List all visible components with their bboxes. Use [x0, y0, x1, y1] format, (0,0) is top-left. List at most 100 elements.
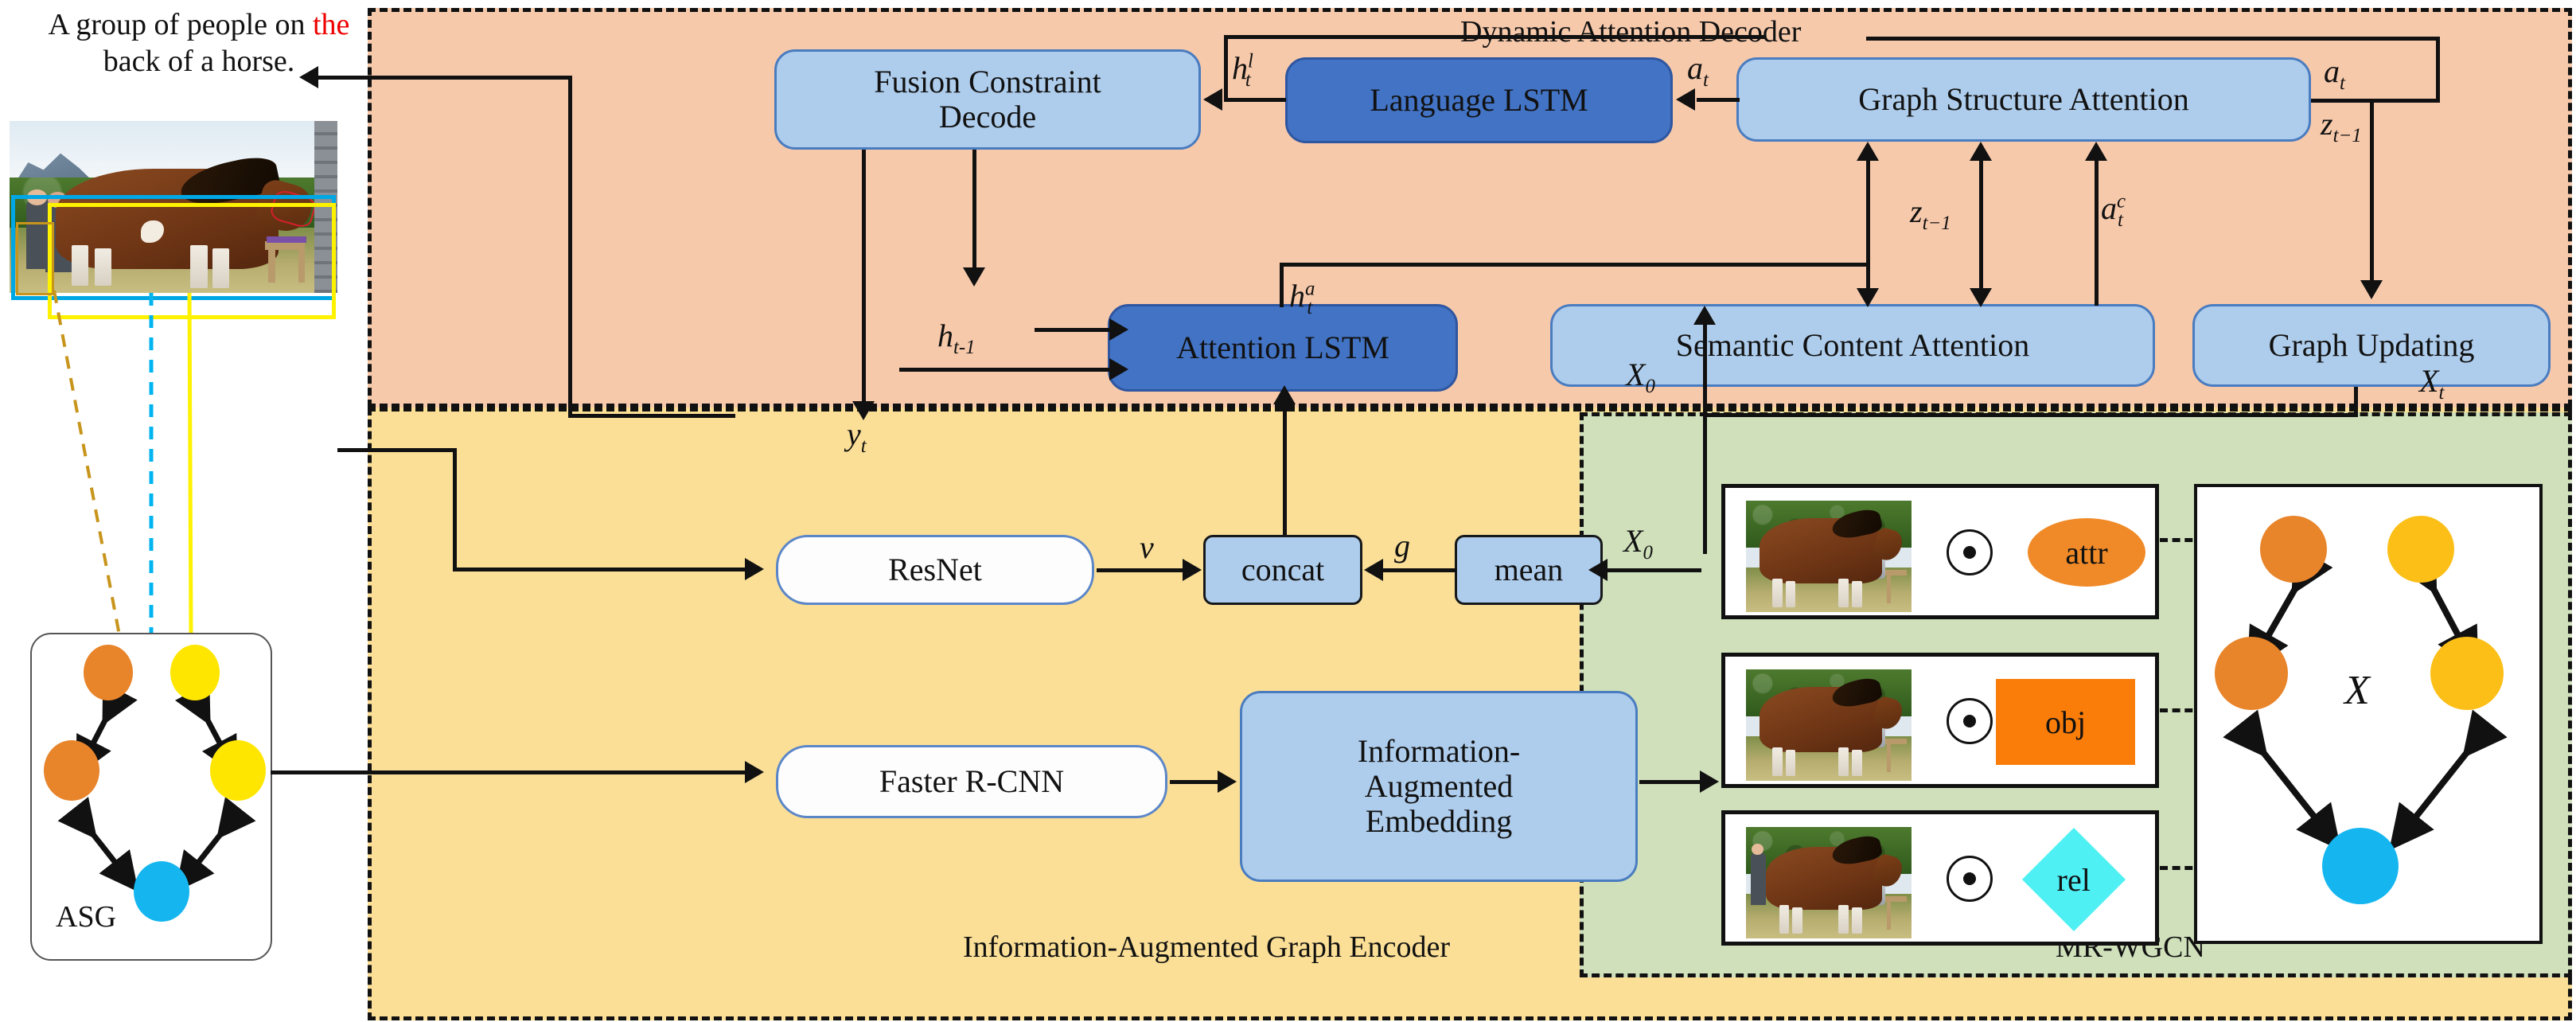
yt-feedback-line: [568, 414, 735, 418]
gsa-sca-double-vline: [1979, 148, 1983, 299]
yt-to-attlstm-line: [899, 368, 1116, 372]
embedding-to-mrwgcn-arrow: [1700, 770, 1719, 793]
xt-feedback-hline: [1703, 413, 2358, 417]
photo-to-resnet-arrow: [745, 558, 764, 580]
dot-product-icon-rel: [1947, 856, 1993, 902]
asg-node-attr-left: [44, 740, 99, 801]
label-h-t-a: hat: [1289, 278, 1315, 318]
gsa-sca-arrow-down: [1970, 288, 1992, 307]
label-X-0-encoder: X0: [1623, 523, 1653, 564]
graph-updating-box[interactable]: Graph Updating: [2192, 304, 2551, 387]
caption-highlight-word: the: [313, 8, 350, 41]
concat-to-attlstm-arrow: [1273, 385, 1296, 404]
asg-to-fasterrcnn-arrow: [745, 761, 764, 783]
x-graph-node-object-top: [2387, 516, 2454, 583]
x0-to-mean-line: [1606, 568, 1701, 572]
asg-node-attr-top: [84, 645, 133, 700]
label-g: g: [1394, 528, 1410, 564]
yt-to-attlstm-arrow: [1109, 358, 1128, 380]
fusion-to-ht1-arrow: [963, 267, 985, 287]
thumb-attr: [1746, 501, 1912, 612]
label-h-t-minus-1: ht-1: [937, 318, 976, 358]
fusion-to-yt-vline: [862, 150, 866, 404]
rel-tag-label: rel: [2056, 861, 2091, 898]
thumb-obj: [1746, 669, 1912, 781]
x0-up-vline: [1703, 314, 1707, 554]
asg-node-object-right: [210, 740, 266, 801]
asg-to-fasterrcnn-line: [271, 770, 748, 774]
fusion-constraint-decode-box[interactable]: Fusion Constraint Decode: [774, 49, 1201, 150]
hta-hline: [1280, 263, 1869, 267]
gsa-sca-arrow-up: [1970, 142, 1992, 161]
resnet-to-concat-line: [1097, 568, 1184, 572]
dot-product-icon-obj: [1947, 698, 1993, 744]
attention-lstm-box[interactable]: Attention LSTM: [1108, 304, 1458, 392]
gsa-hta-arrow-down: [1857, 288, 1879, 307]
decoder-frame-label: Dynamic Attention Decoder: [1460, 15, 1802, 49]
x-graph-node-attr-left: [2215, 637, 2288, 710]
photo-to-resnet-seg1: [337, 448, 457, 452]
gsa-to-langlstm-line: [1697, 98, 1740, 102]
resnet-box[interactable]: ResNet: [776, 535, 1094, 605]
rel-tag-shape: rel: [2021, 827, 2126, 932]
htl-hline: [1224, 35, 1765, 39]
fasterrcnn-to-embedding-line: [1170, 780, 1219, 784]
to-graphupdating-vline: [2370, 99, 2374, 283]
gsa-right-up-vline: [2436, 37, 2440, 100]
x0-to-mean-arrow: [1588, 559, 1608, 581]
x-graph-node-attr-top: [2260, 516, 2327, 583]
fasterrcnn-to-embedding-arrow: [1218, 770, 1237, 793]
attr-tag: attr: [2028, 518, 2145, 587]
caption-line2-text: back of a horse.: [103, 45, 295, 79]
asg-node-relation: [134, 861, 189, 922]
langlstm-to-fusion-line: [1224, 98, 1286, 102]
langlstm-to-fusion-arrow: [1203, 88, 1222, 111]
mean-box[interactable]: mean: [1455, 535, 1603, 605]
resnet-to-concat-arrow: [1183, 559, 1202, 581]
x-graph-node-object-right: [2430, 637, 2504, 710]
caption-output-hline: [318, 76, 571, 80]
label-z-t-minus-1-right: zt−1: [2321, 106, 2362, 146]
encoder-frame-label: Information-Augmented Graph Encoder: [963, 930, 1451, 964]
sca-to-gsa-vline: [2095, 151, 2099, 306]
graph-structure-attention-box[interactable]: Graph Structure Attention: [1736, 57, 2311, 142]
concat-to-attlstm-vline: [1283, 392, 1287, 539]
mean-to-concat-arrow: [1364, 559, 1383, 581]
x0-up-arrow: [1693, 306, 1716, 325]
label-a-t-right: at: [2324, 53, 2345, 94]
ht1-to-attlstm-line: [1035, 328, 1114, 332]
photo-to-resnet-seg3: [453, 568, 747, 571]
ht1-to-attlstm-arrow: [1109, 318, 1128, 341]
to-graphupdating-arrow: [2360, 280, 2383, 299]
label-X-t: Xt: [2419, 363, 2445, 404]
gsa-hta-double-vline: [1866, 148, 1870, 299]
x-graph-node-relation: [2322, 828, 2399, 904]
concat-box[interactable]: concat: [1203, 535, 1362, 605]
information-augmented-embedding-box[interactable]: Information- Augmented Embedding: [1240, 691, 1638, 882]
mrwgcn-row-obj: obj: [1721, 653, 2159, 788]
fusion-to-ht1-vline: [972, 150, 976, 269]
gsa-top-hline: [1866, 37, 2439, 41]
language-lstm-box[interactable]: Language LSTM: [1285, 57, 1673, 143]
caption-line1-text: A group of people on: [48, 8, 313, 41]
label-y-t: yt: [847, 416, 867, 457]
obj-tag: obj: [1996, 679, 2135, 765]
label-z-t-minus-1-mid: zt−1: [1910, 193, 1951, 234]
label-h-t-l: hlt: [1232, 50, 1253, 91]
caption-output-arrow: [299, 66, 318, 88]
label-a-t-left: at: [1687, 50, 1709, 91]
faster-rcnn-box[interactable]: Faster R-CNN: [776, 745, 1167, 818]
mrwgcn-row-attr: attr: [1721, 484, 2159, 619]
mrwgcn-row-rel: rel: [1721, 810, 2159, 946]
label-X-0-decoder: X0: [1626, 357, 1655, 397]
gsa-right-hline: [2311, 99, 2440, 103]
photo-to-resnet-seg2: [453, 448, 457, 568]
hta-vline: [1280, 263, 1284, 307]
gsa-hta-arrow-up: [1857, 142, 1879, 161]
htl-vline: [1224, 35, 1228, 100]
label-a-t-c: act: [2101, 190, 2126, 231]
sca-to-gsa-arrow: [2085, 142, 2107, 161]
asg-leader-lines: [53, 290, 193, 636]
dot-product-icon-attr: [1947, 529, 1993, 575]
mean-to-concat-line: [1383, 568, 1456, 572]
